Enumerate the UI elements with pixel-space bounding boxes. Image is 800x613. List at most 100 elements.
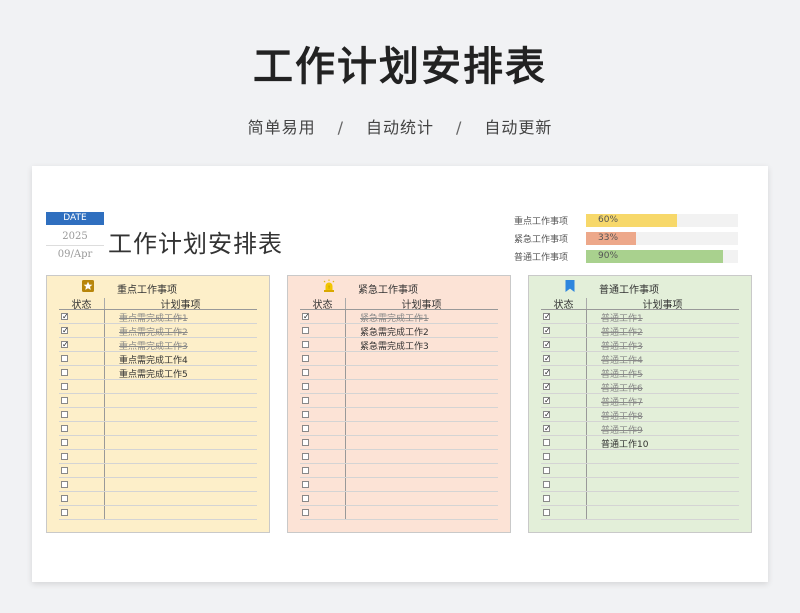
stat-row-normal: 普通工作事项 90%	[514, 249, 740, 263]
column-divider	[104, 310, 105, 323]
checkbox[interactable]	[302, 439, 309, 446]
column-divider	[586, 324, 587, 337]
checkbox[interactable]	[543, 495, 550, 502]
checkbox[interactable]	[302, 355, 309, 362]
column-divider	[586, 338, 587, 351]
task-cell[interactable]: 普通工作3	[601, 339, 643, 352]
column-divider	[586, 464, 587, 477]
subtitle-item-auto-stats: 自动统计	[365, 118, 434, 137]
page-title: 工作计划安排表	[253, 44, 547, 90]
column-divider	[104, 422, 105, 435]
checkbox[interactable]	[61, 425, 68, 432]
task-column-header: 计划事项	[401, 300, 442, 311]
checkbox[interactable]	[61, 439, 68, 446]
checkbox[interactable]	[302, 509, 309, 516]
checkbox[interactable]	[302, 495, 309, 502]
task-cell[interactable]: 普通工作9	[601, 423, 643, 436]
table-row	[300, 464, 498, 478]
panel-normal-tasks: 普通工作事项 状态 计划事项 ✓ 普通工作1 ✓ 普通工作2 ✓ 普通工作3 ✓ 普通工作4 ✓…	[528, 275, 752, 533]
column-divider	[345, 464, 346, 477]
subtitle-item-easy: 简单易用	[247, 118, 316, 137]
table-row	[59, 422, 257, 436]
column-divider	[586, 436, 587, 449]
checkbox[interactable]	[302, 453, 309, 460]
column-divider	[104, 380, 105, 393]
column-divider	[104, 408, 105, 421]
checkbox[interactable]	[61, 411, 68, 418]
checkbox[interactable]	[543, 509, 550, 516]
task-cell[interactable]: 普通工作6	[601, 381, 643, 394]
table-row: ✓ 普通工作3	[541, 338, 739, 352]
checked-checkbox[interactable]: ✓	[302, 313, 310, 321]
column-divider	[345, 450, 346, 463]
checkbox[interactable]	[302, 411, 309, 418]
task-rows: ✓ 紧急需完成工作1 紧急需完成工作2 紧急需完成工作3	[300, 310, 498, 520]
column-divider	[345, 366, 346, 379]
checked-checkbox[interactable]: ✓	[543, 369, 551, 377]
checkbox[interactable]	[302, 481, 309, 488]
checkbox[interactable]	[302, 397, 309, 404]
checked-checkbox[interactable]: ✓	[543, 425, 551, 433]
progress-track: 33%	[586, 232, 738, 245]
task-cell[interactable]: 重点需完成工作5	[119, 367, 188, 380]
checkbox[interactable]	[61, 467, 68, 474]
checked-checkbox[interactable]: ✓	[543, 341, 551, 349]
table-row: ✓ 紧急需完成工作1	[300, 310, 498, 324]
table-row: ✓ 重点需完成工作3	[59, 338, 257, 352]
checkbox[interactable]	[543, 467, 550, 474]
checkbox[interactable]	[61, 509, 68, 516]
task-cell[interactable]: 重点需完成工作2	[119, 325, 188, 338]
date-box: DATE 2025 09/Apr	[46, 212, 104, 260]
column-divider	[104, 492, 105, 505]
checkbox[interactable]	[61, 453, 68, 460]
checked-checkbox[interactable]: ✓	[543, 411, 551, 419]
checkbox[interactable]	[61, 481, 68, 488]
task-cell[interactable]: 普通工作2	[601, 325, 643, 338]
task-cell[interactable]: 普通工作10	[601, 437, 648, 450]
panel-title: 重点工作事项	[117, 285, 177, 296]
checkbox[interactable]	[61, 397, 68, 404]
checked-checkbox[interactable]: ✓	[543, 397, 551, 405]
task-cell[interactable]: 普通工作1	[601, 311, 643, 324]
task-cell[interactable]: 普通工作8	[601, 409, 643, 422]
checked-checkbox[interactable]: ✓	[543, 355, 551, 363]
checked-checkbox[interactable]: ✓	[543, 313, 551, 321]
column-divider	[345, 436, 346, 449]
checkbox[interactable]	[302, 369, 309, 376]
task-column-header: 计划事项	[160, 300, 201, 311]
checkbox[interactable]	[302, 383, 309, 390]
task-cell[interactable]: 普通工作7	[601, 395, 643, 408]
table-row	[59, 506, 257, 520]
task-cell[interactable]: 重点需完成工作1	[119, 311, 188, 324]
checked-checkbox[interactable]: ✓	[543, 327, 551, 335]
task-cell[interactable]: 紧急需完成工作1	[360, 311, 429, 324]
table-row	[300, 478, 498, 492]
checkbox[interactable]	[61, 369, 68, 376]
checkbox[interactable]	[543, 453, 550, 460]
checkbox[interactable]	[302, 341, 309, 348]
column-headers: 状态 计划事项	[59, 296, 257, 311]
checkbox[interactable]	[302, 467, 309, 474]
checkbox[interactable]	[302, 327, 309, 334]
checkbox[interactable]	[61, 495, 68, 502]
task-cell[interactable]: 普通工作4	[601, 353, 643, 366]
date-day: 09/Apr	[57, 249, 93, 260]
checked-checkbox[interactable]: ✓	[61, 327, 69, 335]
progress-track: 90%	[586, 250, 738, 263]
checked-checkbox[interactable]: ✓	[61, 341, 69, 349]
table-row	[300, 408, 498, 422]
checkbox[interactable]	[61, 383, 68, 390]
panel-urgent-tasks: ! 紧急工作事项 状态 计划事项 ✓ 紧急需完成工作1 紧急需完成工作2 紧急需完成工…	[287, 275, 511, 533]
task-cell[interactable]: 重点需完成工作4	[119, 353, 188, 366]
checkbox[interactable]	[61, 355, 68, 362]
checkbox[interactable]	[543, 481, 550, 488]
task-cell[interactable]: 紧急需完成工作2	[360, 325, 429, 338]
task-cell[interactable]: 普通工作5	[601, 367, 643, 380]
task-cell[interactable]: 紧急需完成工作3	[360, 339, 429, 352]
checkbox[interactable]	[543, 439, 550, 446]
checkbox[interactable]	[302, 425, 309, 432]
checked-checkbox[interactable]: ✓	[61, 313, 69, 321]
checked-checkbox[interactable]: ✓	[543, 383, 551, 391]
column-divider	[586, 450, 587, 463]
task-cell[interactable]: 重点需完成工作3	[119, 339, 188, 352]
